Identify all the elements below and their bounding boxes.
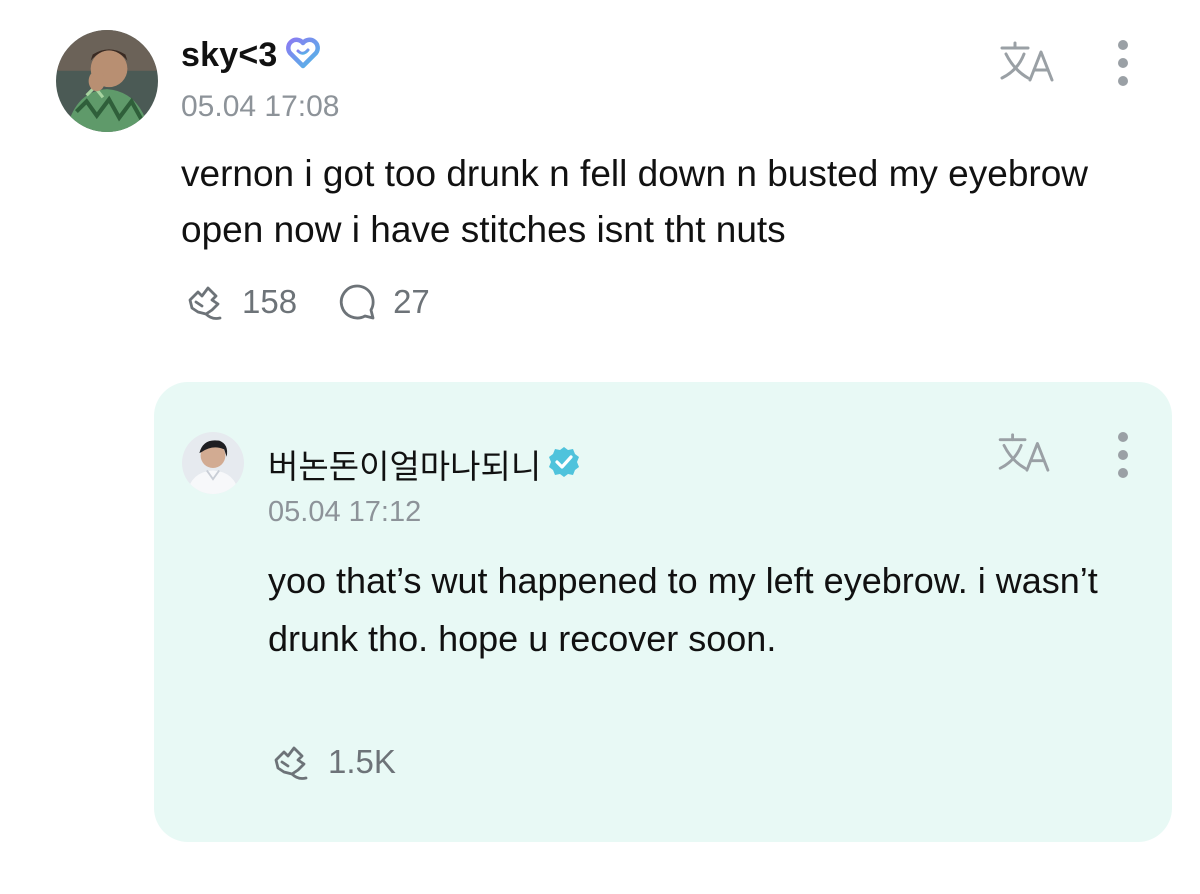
translate-icon	[996, 432, 1054, 479]
more-vertical-icon	[1116, 38, 1130, 93]
translate-button[interactable]	[998, 40, 1058, 88]
post-timestamp: 05.04 17:08	[181, 90, 340, 123]
reply-avatar-image	[182, 432, 244, 494]
reply-card: 버논돈이얼마나되니 05.04 17:12 yoo that’s wut hap…	[154, 382, 1172, 842]
comment-count: 27	[393, 283, 430, 320]
comment-bubble-icon	[335, 280, 379, 324]
heart-outline-badge-icon	[284, 36, 322, 75]
post: sky<3 05.04 17:08 vernon i got too drunk…	[0, 0, 1200, 360]
like-count: 158	[242, 283, 298, 320]
like-hand-icon	[268, 740, 314, 784]
like-button[interactable]: 158	[182, 280, 297, 324]
reply-translate-button[interactable]	[996, 432, 1054, 478]
avatar-image	[56, 30, 158, 132]
reply-like-count: 1.5K	[328, 743, 396, 780]
reply-text: yoo that’s wut happened to my left eyebr…	[268, 560, 1098, 659]
reply-author-name[interactable]: 버논돈이얼마나되니	[268, 440, 541, 488]
author-name[interactable]: sky<3	[181, 36, 278, 75]
more-vertical-icon	[1116, 430, 1130, 485]
reply-author-row: 버논돈이얼마나되니	[268, 440, 581, 488]
avatar[interactable]	[56, 30, 158, 132]
reply-like-button[interactable]: 1.5K	[268, 740, 396, 784]
post-actions: 158 27	[182, 280, 468, 324]
comment-button[interactable]: 27	[335, 280, 430, 324]
verified-check-icon	[547, 445, 581, 484]
reply-avatar[interactable]	[182, 432, 244, 494]
post-text: vernon i got too drunk n fell down n bus…	[181, 153, 1089, 250]
like-hand-icon	[182, 280, 228, 324]
author-row: sky<3	[181, 36, 322, 75]
reply-actions: 1.5K	[268, 740, 434, 784]
more-options-button[interactable]	[1108, 38, 1138, 92]
reply-more-options-button[interactable]	[1108, 430, 1138, 484]
reply-timestamp: 05.04 17:12	[268, 496, 422, 528]
translate-icon	[998, 40, 1058, 89]
